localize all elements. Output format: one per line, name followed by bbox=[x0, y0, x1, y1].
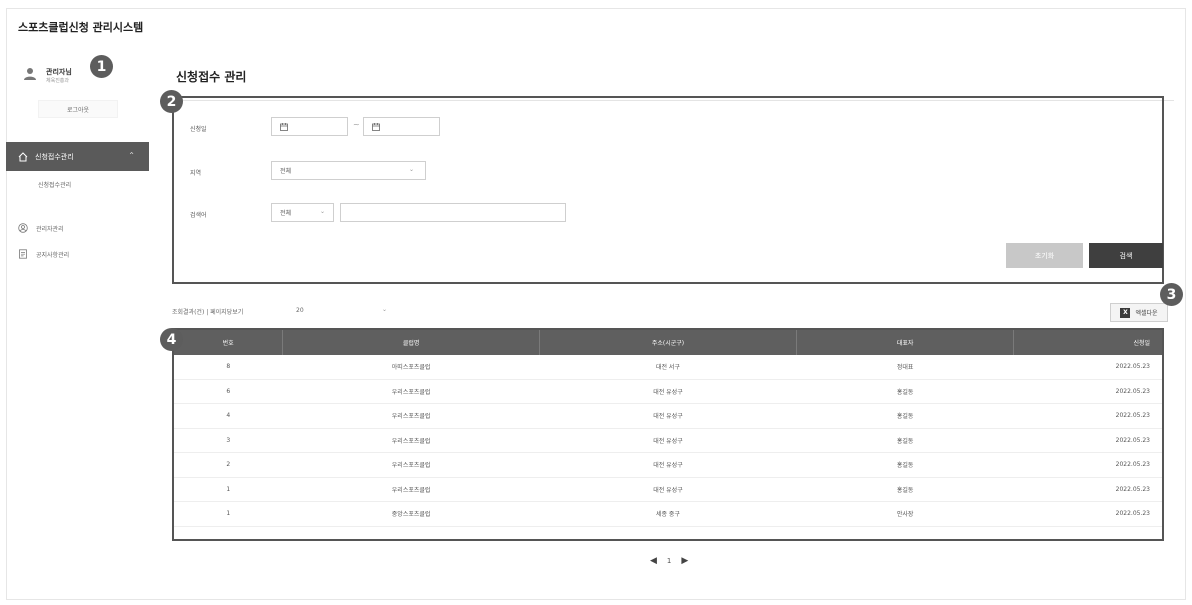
cell-apply-date: 2022.05.23 bbox=[1013, 428, 1162, 453]
result-count-label: 조회결과(건) | 페이지당보기 bbox=[172, 309, 244, 316]
cell-club-name: 우리스포츠클럽 bbox=[282, 477, 540, 502]
column-header-club-name: 클럽명 bbox=[282, 330, 541, 355]
cell-representative: 안사장 bbox=[796, 501, 1014, 527]
cell-address: 대전 유성구 bbox=[539, 403, 797, 429]
chevron-down-icon: ⌄ bbox=[320, 208, 326, 215]
cell-representative: 홍길동 bbox=[796, 477, 1014, 502]
cell-address: 대전 유성구 bbox=[539, 477, 797, 502]
table-row[interactable]: 4 우리스포츠클럽 대전 유성구 홍길동 2022.05.23 bbox=[174, 403, 1162, 429]
table-row[interactable]: 8 아띠스포츠클럽 대전 서구 정대표 2022.05.23 bbox=[174, 355, 1162, 380]
cell-apply-date: 2022.05.23 bbox=[1013, 501, 1162, 527]
start-date-input[interactable] bbox=[271, 117, 348, 136]
page-size-select[interactable]: 20 bbox=[296, 307, 304, 314]
cell-club-name: 우리스포츠클럽 bbox=[282, 403, 540, 429]
keyword-input[interactable] bbox=[340, 203, 566, 222]
cell-apply-date: 2022.05.23 bbox=[1013, 379, 1162, 404]
user-circle-icon bbox=[18, 223, 28, 233]
app-title: 스포츠클럽신청 관리시스템 bbox=[18, 21, 144, 34]
cell-number: 6 bbox=[174, 379, 283, 404]
prev-page-icon[interactable]: ◀ bbox=[650, 556, 657, 566]
date-filter-label: 신청일 bbox=[190, 126, 207, 133]
sidebar-item-label: 신청접수관리 bbox=[35, 152, 74, 161]
cell-address: 대전 유성구 bbox=[539, 379, 797, 404]
user-name: 관리자님 bbox=[46, 68, 72, 76]
document-icon bbox=[19, 249, 27, 259]
cell-address: 대전 서구 bbox=[539, 355, 797, 380]
cell-number: 8 bbox=[174, 355, 283, 380]
column-header-apply-date: 신청일 bbox=[1013, 330, 1162, 355]
cell-club-name: 아띠스포츠클럽 bbox=[282, 355, 540, 380]
table-header-row: 번호 클럽명 주소(시군구) 대표자 신청일 bbox=[174, 330, 1162, 355]
column-header-address: 주소(시군구) bbox=[539, 330, 797, 355]
cell-representative: 홍길동 bbox=[796, 452, 1014, 478]
sidebar-item-label: 관리자관리 bbox=[36, 225, 64, 233]
sidebar-item-notice-management[interactable]: 공지사항관리 bbox=[18, 249, 69, 259]
reset-button[interactable]: 초기화 bbox=[1006, 243, 1083, 268]
pagination: ◀ 1 ▶ bbox=[645, 556, 693, 566]
next-page-icon[interactable]: ▶ bbox=[681, 556, 688, 566]
table-row[interactable]: 2 우리스포츠클럽 대전 유성구 홍길동 2022.05.23 bbox=[174, 452, 1162, 478]
sidebar-item-application-management[interactable]: 신청접수관리 ⌃ bbox=[6, 142, 149, 171]
callout-badge-2: 2 bbox=[160, 90, 183, 113]
chevron-down-icon: ⌄ bbox=[382, 306, 388, 313]
sidebar-item-label: 공지사항관리 bbox=[36, 251, 70, 259]
keyword-filter-label: 검색어 bbox=[190, 212, 207, 219]
callout-badge-1: 1 bbox=[90, 55, 113, 78]
cell-apply-date: 2022.05.23 bbox=[1013, 355, 1162, 380]
cell-club-name: 우리스포츠클럽 bbox=[282, 379, 540, 404]
table-row[interactable]: 3 우리스포츠클럽 대전 유성구 홍길동 2022.05.23 bbox=[174, 428, 1162, 453]
logout-button[interactable]: 로그아웃 bbox=[38, 100, 118, 118]
region-filter-label: 지역 bbox=[190, 170, 202, 177]
current-page[interactable]: 1 bbox=[667, 557, 671, 565]
date-range-separator: ~ bbox=[353, 120, 360, 129]
cell-address: 대전 유성구 bbox=[539, 428, 797, 453]
region-select[interactable]: 전체 bbox=[271, 161, 426, 180]
calendar-icon bbox=[372, 122, 380, 131]
cell-apply-date: 2022.05.23 bbox=[1013, 452, 1162, 478]
cell-club-name: 우리스포츠클럽 bbox=[282, 452, 540, 478]
user-icon bbox=[24, 68, 36, 80]
end-date-input[interactable] bbox=[363, 117, 440, 136]
cell-representative: 홍길동 bbox=[796, 428, 1014, 453]
cell-apply-date: 2022.05.23 bbox=[1013, 403, 1162, 429]
cell-number: 3 bbox=[174, 428, 283, 453]
sidebar-subitem-application-management[interactable]: 신청접수관리 bbox=[38, 180, 71, 189]
excel-icon: X bbox=[1120, 307, 1131, 318]
cell-address: 대전 유성구 bbox=[539, 452, 797, 478]
calendar-icon bbox=[280, 122, 288, 131]
excel-download-label: 엑셀다운 bbox=[1135, 310, 1158, 317]
keyword-type-value: 전체 bbox=[280, 210, 292, 217]
cell-club-name: 중앙스포츠클럽 bbox=[282, 501, 540, 527]
cell-representative: 홍길동 bbox=[796, 379, 1014, 404]
user-role: 체육진흥과 bbox=[46, 78, 70, 84]
application-table: 번호 클럽명 주소(시군구) 대표자 신청일 8 아띠스포츠클럽 대전 서구 정대표 2… bbox=[172, 328, 1164, 541]
chevron-up-icon: ⌃ bbox=[128, 151, 135, 160]
callout-badge-3: 3 bbox=[1160, 283, 1183, 306]
sidebar-item-admin-management[interactable]: 관리자관리 bbox=[18, 223, 64, 233]
column-header-number: 번호 bbox=[174, 330, 284, 355]
excel-download-button[interactable]: X 엑셀다운 bbox=[1110, 303, 1168, 322]
cell-number: 1 bbox=[174, 477, 283, 502]
search-button[interactable]: 검색 bbox=[1089, 243, 1163, 268]
cell-number: 1 bbox=[174, 501, 283, 527]
cell-apply-date: 2022.05.23 bbox=[1013, 477, 1162, 502]
cell-club-name: 우리스포츠클럽 bbox=[282, 428, 540, 453]
table-row[interactable]: 6 우리스포츠클럽 대전 유성구 홍길동 2022.05.23 bbox=[174, 379, 1162, 404]
home-icon bbox=[18, 151, 28, 161]
chevron-down-icon: ⌄ bbox=[409, 166, 415, 173]
column-header-representative: 대표자 bbox=[796, 330, 1015, 355]
cell-number: 4 bbox=[174, 403, 283, 429]
page-title: 신청접수 관리 bbox=[176, 70, 247, 84]
table-row[interactable]: 1 중앙스포츠클럽 세종 중구 안사장 2022.05.23 bbox=[174, 501, 1162, 527]
cell-representative: 정대표 bbox=[796, 355, 1014, 380]
callout-badge-4: 4 bbox=[160, 328, 183, 351]
table-row[interactable]: 1 우리스포츠클럽 대전 유성구 홍길동 2022.05.23 bbox=[174, 477, 1162, 502]
region-select-value: 전체 bbox=[280, 168, 292, 175]
cell-address: 세종 중구 bbox=[539, 501, 797, 527]
cell-representative: 홍길동 bbox=[796, 403, 1014, 429]
cell-number: 2 bbox=[174, 452, 283, 478]
